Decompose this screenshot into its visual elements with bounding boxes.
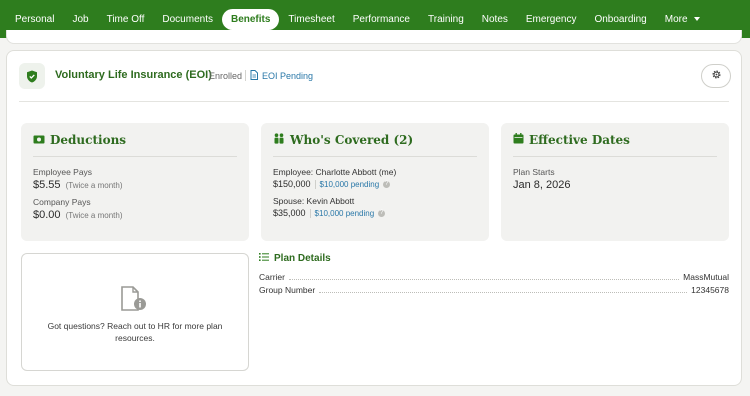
covered-person-label: Employee: Charlotte Abbott (me) (273, 167, 397, 177)
plan-detail-key: Carrier (259, 272, 285, 282)
divider (513, 156, 717, 157)
settings-button[interactable] (701, 64, 731, 88)
company-pays-label: Company Pays (33, 197, 91, 207)
company-pays-value: $0.00 (Twice a month) (33, 209, 123, 221)
eoi-pending-link[interactable]: EOI Pending (250, 70, 313, 82)
dotted-leader (319, 287, 688, 293)
covered-title: Who's Covered (2) (273, 133, 413, 147)
plan-details-title-label: Plan Details (274, 253, 331, 264)
money-icon (33, 133, 45, 147)
tab-training[interactable]: Training (419, 9, 473, 30)
company-pays-amount: $0.00 (33, 209, 61, 221)
previous-card-edge (6, 30, 742, 44)
covered-panel: Who's Covered (2) Employee: Charlotte Ab… (261, 123, 489, 241)
help-box: Got questions? Reach out to HR for more … (21, 253, 249, 371)
effective-dates-title: Effective Dates (513, 133, 630, 147)
coverage-amount: $150,000 (273, 179, 311, 189)
tab-personal[interactable]: Personal (6, 9, 63, 30)
benefit-title: Voluntary Life Insurance (EOI) (55, 69, 212, 81)
plan-detail-key: Group Number (259, 285, 316, 295)
employee-pays-frequency: (Twice a month) (65, 181, 123, 190)
document-icon (250, 70, 258, 82)
plan-detail-value: MassMutual (683, 272, 729, 282)
divider (309, 209, 311, 219)
divider (273, 156, 477, 157)
divider (245, 70, 246, 81)
shield-icon (19, 63, 45, 89)
tab-timesheet[interactable]: Timesheet (279, 9, 343, 30)
covered-person-amount: $35,000 $10,000 pending? (273, 208, 386, 219)
help-text: Got questions? Reach out to HR for more … (47, 321, 223, 343)
plan-details-title: Plan Details (259, 253, 331, 264)
company-pays-frequency: (Twice a month) (65, 211, 123, 220)
employee-pays-value: $5.55 (Twice a month) (33, 179, 123, 191)
tab-documents[interactable]: Documents (153, 9, 222, 30)
employee-pays-amount: $5.55 (33, 179, 61, 191)
tab-more[interactable]: More (656, 9, 709, 30)
benefit-card: Voluntary Life Insurance (EOI) Enrolled … (6, 50, 742, 386)
tab-job[interactable]: Job (63, 9, 97, 30)
tab-more-label: More (664, 13, 688, 25)
covered-person-amount: $150,000 $10,000 pending? (273, 179, 391, 190)
chevron-down-icon (693, 16, 700, 21)
list-icon (259, 253, 269, 264)
effective-dates-panel: Effective Dates Plan Starts Jan 8, 2026 (501, 123, 729, 241)
tab-notes[interactable]: Notes (473, 9, 517, 30)
tab-performance[interactable]: Performance (344, 9, 419, 30)
effective-dates-title-label: Effective Dates (529, 133, 630, 147)
header-divider (19, 101, 729, 102)
pending-amount: $10,000 pending (314, 209, 375, 218)
plan-starts-value: Jan 8, 2026 (513, 179, 571, 191)
tab-benefits[interactable]: Benefits (221, 8, 280, 30)
calendar-icon (513, 133, 524, 147)
help-icon[interactable]: ? (383, 181, 391, 189)
divider (33, 156, 237, 157)
covered-person-label: Spouse: Kevin Abbott (273, 196, 355, 206)
deductions-panel: Deductions Employee Pays $5.55 (Twice a … (21, 123, 249, 241)
dotted-leader (288, 274, 680, 280)
coverage-amount: $35,000 (273, 208, 306, 218)
plan-starts-label: Plan Starts (513, 167, 555, 177)
plan-detail-value: 12345678 (691, 285, 729, 295)
plan-detail-row: Group Number 12345678 (259, 284, 729, 296)
tab-onboarding[interactable]: Onboarding (585, 9, 655, 30)
document-info-icon (120, 286, 150, 317)
eoi-pending-label: EOI Pending (262, 71, 314, 81)
covered-title-label: Who's Covered (2) (290, 133, 414, 147)
deductions-title: Deductions (33, 133, 126, 147)
pending-amount: $10,000 pending (319, 180, 380, 189)
gear-icon (711, 67, 722, 85)
employee-pays-label: Employee Pays (33, 167, 93, 177)
tab-emergency[interactable]: Emergency (517, 9, 586, 30)
help-icon[interactable]: ? (378, 210, 386, 218)
plan-detail-row: Carrier MassMutual (259, 271, 729, 283)
people-icon (273, 133, 285, 147)
enrollment-status: Enrolled (209, 71, 243, 81)
deductions-title-label: Deductions (50, 133, 127, 147)
divider (314, 180, 316, 190)
tab-time-off[interactable]: Time Off (98, 9, 154, 30)
